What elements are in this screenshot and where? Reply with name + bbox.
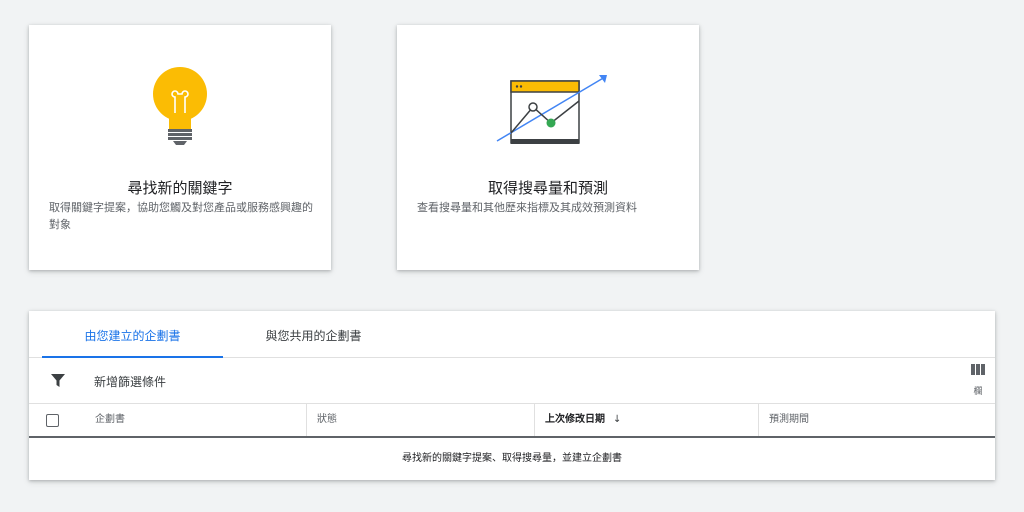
sort-descending-icon: ↓ [613, 414, 622, 425]
columns-button[interactable]: 欄 [969, 364, 987, 397]
select-all-checkbox[interactable] [46, 414, 59, 427]
empty-table-message: 尋找新的關鍵字提案、取得搜尋量，並建立企劃書 [402, 453, 622, 464]
card-description: 查看搜尋量和其他歷來指標及其成效預測資料 [417, 201, 637, 214]
lightbulb-icon [153, 67, 207, 145]
column-header-last-modified[interactable]: 上次修改日期 ↓ [535, 404, 759, 436]
tab-created-by-you[interactable]: 由您建立的企劃書 [42, 311, 223, 358]
search-volume-forecast-card[interactable]: 取得搜尋量和預測 查看搜尋量和其他歷來指標及其成效預測資料 [397, 25, 699, 270]
plans-panel: 由您建立的企劃書 與您共用的企劃書 新增篩選條件 欄 企劃書 狀態 上次修改日期… [29, 311, 995, 480]
columns-icon [971, 364, 985, 375]
trend-chart-icon [496, 75, 607, 144]
table-header: 企劃書 狀態 上次修改日期 ↓ 預測期間 [29, 404, 995, 438]
column-header-forecast-period[interactable]: 預測期間 [759, 404, 995, 436]
card-title: 取得搜尋量和預測 [487, 179, 608, 197]
column-header-label: 上次修改日期 [545, 414, 605, 425]
column-header-status[interactable]: 狀態 [307, 404, 535, 436]
select-all-cell [29, 404, 85, 436]
card-title: 尋找新的關鍵字 [127, 179, 233, 197]
columns-label: 欄 [973, 387, 983, 397]
filter-bar: 新增篩選條件 欄 [29, 358, 995, 404]
tab-shared-with-you[interactable]: 與您共用的企劃書 [223, 311, 404, 357]
find-keywords-card[interactable]: 尋找新的關鍵字 取得關鍵字提案，協助您觸及對您產品或服務感興趣的對象 [29, 25, 331, 270]
column-header-plan[interactable]: 企劃書 [85, 404, 307, 436]
card-description: 取得關鍵字提案，協助您觸及對您產品或服務感興趣的對象 [49, 201, 313, 231]
plans-tabs: 由您建立的企劃書 與您共用的企劃書 [29, 311, 995, 358]
filter-icon[interactable] [51, 374, 65, 388]
add-filter-button[interactable]: 新增篩選條件 [94, 373, 166, 390]
